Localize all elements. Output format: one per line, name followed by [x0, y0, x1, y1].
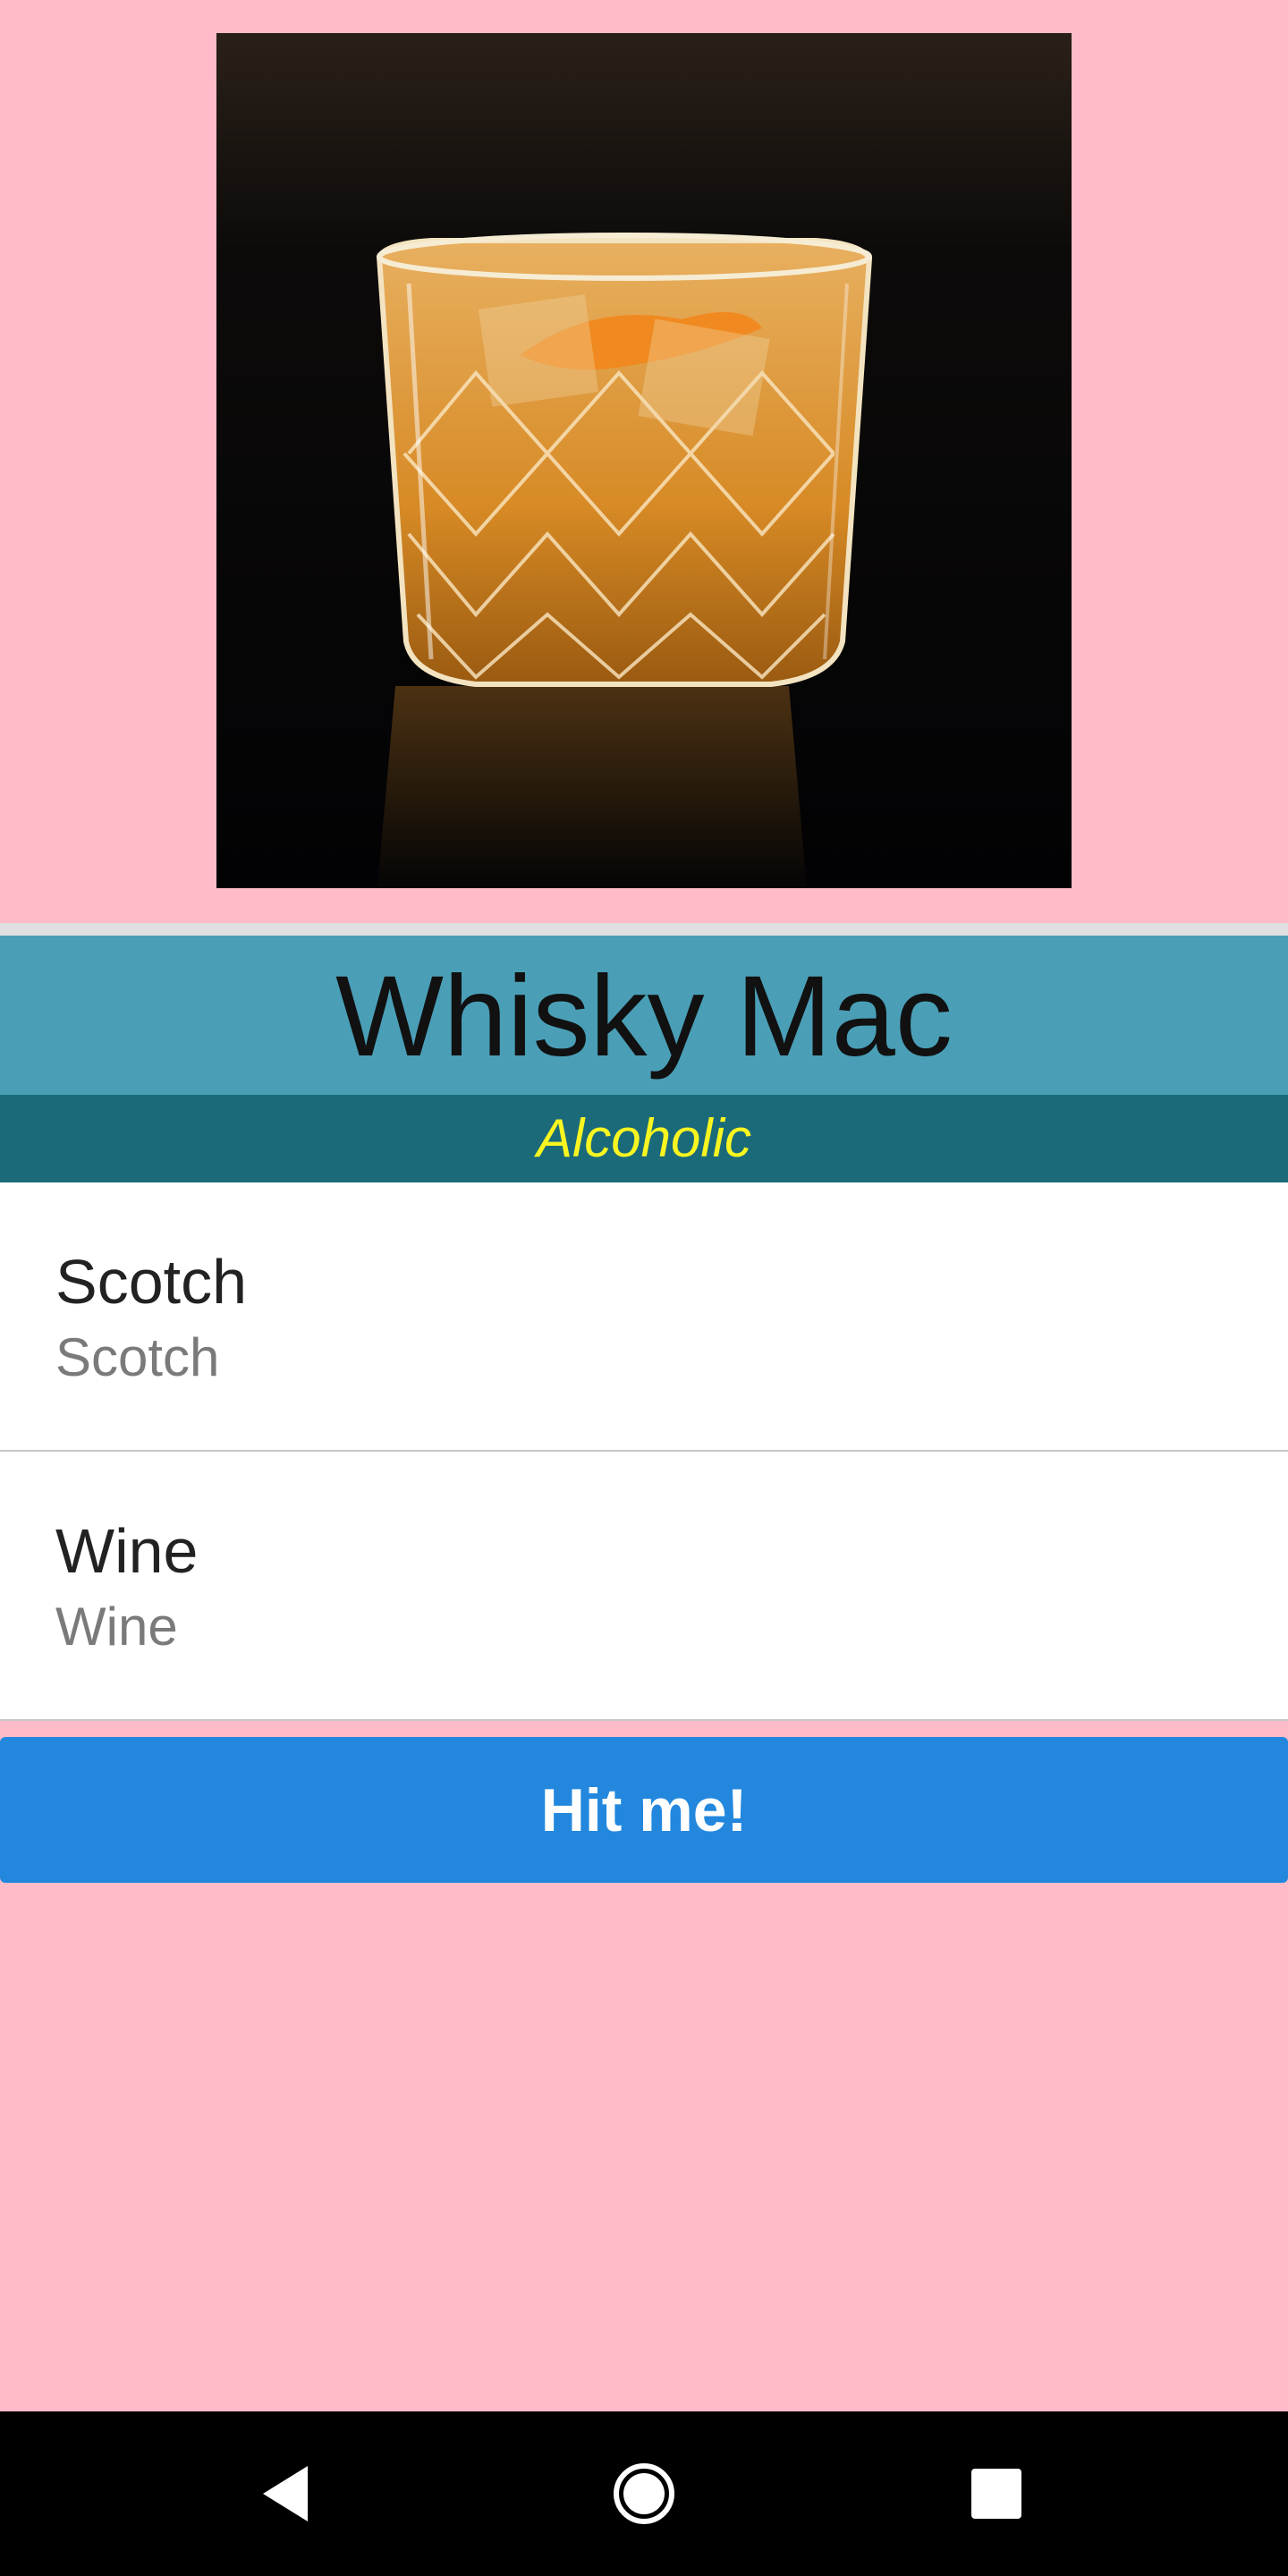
home-circle-icon — [614, 2463, 674, 2524]
system-nav-bar — [0, 2411, 1288, 2576]
drink-screen: Whisky Mac Alcoholic Scotch Scotch Wine … — [0, 0, 1288, 2576]
drink-category: Alcoholic — [536, 1108, 752, 1168]
back-button[interactable] — [215, 2411, 358, 2576]
list-item[interactable]: Scotch Scotch — [0, 1182, 1288, 1452]
home-button[interactable] — [572, 2411, 716, 2576]
ingredient-measure: Wine — [55, 1597, 178, 1657]
back-triangle-icon — [263, 2466, 308, 2521]
ingredient-name: Scotch — [55, 1247, 247, 1317]
recent-apps-square-icon — [971, 2469, 1021, 2519]
drink-photo — [216, 33, 1072, 888]
header-divider — [0, 923, 1288, 936]
list-item[interactable]: Wine Wine — [0, 1452, 1288, 1721]
recent-apps-button[interactable] — [925, 2411, 1068, 2576]
title-bar: Whisky Mac — [0, 936, 1288, 1095]
drink-title: Whisky Mac — [335, 953, 953, 1080]
category-bar: Alcoholic — [0, 1095, 1288, 1182]
hit-me-button[interactable]: Hit me! — [0, 1737, 1288, 1883]
ingredient-list: Scotch Scotch Wine Wine — [0, 1182, 1288, 1721]
ingredient-measure: Scotch — [55, 1327, 220, 1387]
ingredient-name: Wine — [55, 1516, 199, 1586]
